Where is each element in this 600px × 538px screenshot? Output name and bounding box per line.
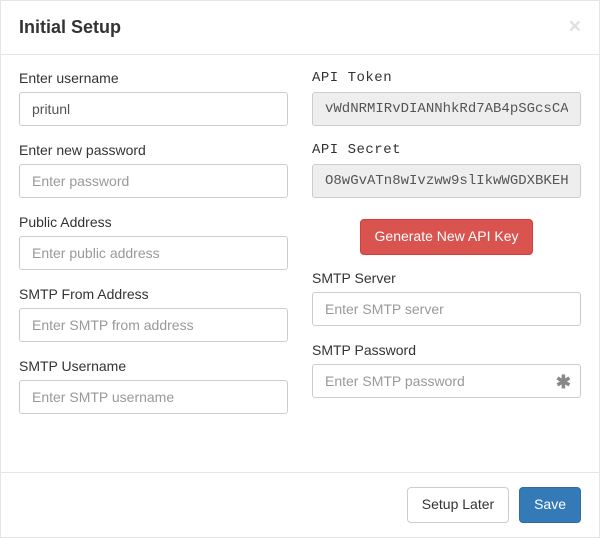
password-input[interactable] [19,164,288,198]
save-button[interactable]: Save [519,487,581,523]
username-group: Enter username [19,70,288,126]
smtp-password-label: SMTP Password [312,342,581,358]
api-token-label: API Token [312,70,581,86]
smtp-from-label: SMTP From Address [19,286,288,302]
smtp-password-group: SMTP Password ✱ [312,342,581,398]
public-address-group: Public Address [19,214,288,270]
password-label: Enter new password [19,142,288,158]
public-address-label: Public Address [19,214,288,230]
form-row: Enter username Enter new password Public… [19,70,581,430]
smtp-username-label: SMTP Username [19,358,288,374]
smtp-password-wrap: ✱ [312,364,581,398]
api-secret-group: API Secret [312,142,581,198]
smtp-from-input[interactable] [19,308,288,342]
password-group: Enter new password [19,142,288,198]
modal-body: Enter username Enter new password Public… [1,55,599,472]
modal-header: Initial Setup × [1,1,599,55]
smtp-username-input[interactable] [19,380,288,414]
initial-setup-modal: Initial Setup × Enter username Enter new… [0,0,600,538]
smtp-password-input[interactable] [312,364,581,398]
smtp-server-label: SMTP Server [312,270,581,286]
modal-title: Initial Setup [19,16,121,39]
smtp-server-group: SMTP Server [312,270,581,326]
api-token-field[interactable] [312,92,581,126]
modal-footer: Setup Later Save [1,472,599,537]
close-icon[interactable]: × [569,16,581,37]
smtp-username-group: SMTP Username [19,358,288,414]
api-secret-label: API Secret [312,142,581,158]
setup-later-button[interactable]: Setup Later [407,487,509,523]
left-column: Enter username Enter new password Public… [19,70,288,430]
generate-api-key-button[interactable]: Generate New API Key [360,219,534,255]
smtp-from-group: SMTP From Address [19,286,288,342]
smtp-server-input[interactable] [312,292,581,326]
username-label: Enter username [19,70,288,86]
generate-api-wrap: Generate New API Key [312,220,581,254]
public-address-input[interactable] [19,236,288,270]
api-secret-field[interactable] [312,164,581,198]
username-input[interactable] [19,92,288,126]
api-token-group: API Token [312,70,581,126]
right-column: API Token API Secret Generate New API Ke… [312,70,581,430]
